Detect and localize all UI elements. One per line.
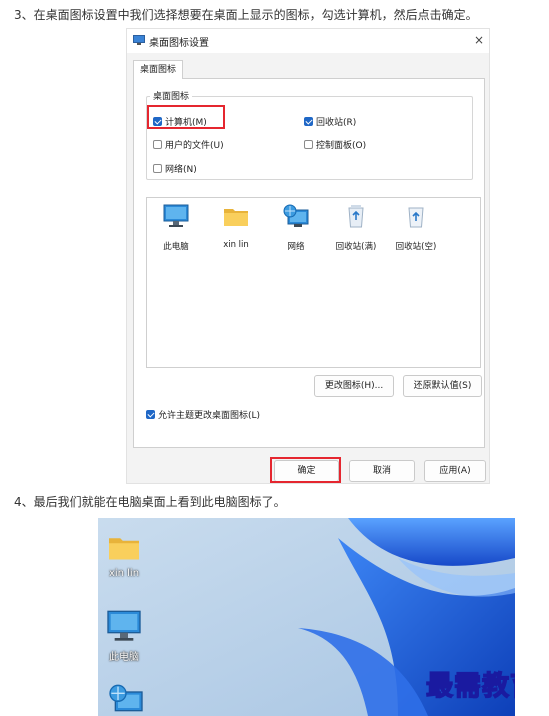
step-4-text: 4、最后我们就能在电脑桌面上看到此电脑图标了。 xyxy=(14,495,286,509)
change-icon-button[interactable]: 更改图标(H)... xyxy=(314,375,394,397)
network-icon xyxy=(109,684,143,712)
desktop-icon-this-pc[interactable]: 此电脑 xyxy=(98,610,154,663)
checkbox-checked-icon xyxy=(304,116,313,126)
checkbox-recycle-bin[interactable]: 回收站(R) xyxy=(304,114,356,128)
dialog-title: 桌面图标设置 xyxy=(149,38,209,49)
list-item[interactable]: 此电脑 xyxy=(149,204,203,252)
recycle-bin-full-icon xyxy=(348,205,364,228)
recycle-bin-empty-icon xyxy=(408,207,424,228)
highlight-computer-checkbox xyxy=(147,105,225,129)
tab-desktop-icons[interactable]: 桌面图标 xyxy=(133,60,183,79)
list-item[interactable]: xin lin xyxy=(209,204,263,250)
checkbox-control-panel[interactable]: 控制面板(O) xyxy=(304,137,366,151)
network-icon xyxy=(283,204,309,227)
folder-icon xyxy=(224,209,248,226)
tab-panel: 桌面图标 计算机(M) 回收站(R) 用户的文件(U) 控制面板(O) 网络(N… xyxy=(133,78,485,448)
apply-button[interactable]: 应用(A) xyxy=(424,460,486,482)
list-item[interactable]: 网络 xyxy=(269,204,323,252)
icon-label: 此电脑 xyxy=(163,242,189,252)
icon-label: xin lin xyxy=(223,240,249,250)
group-label: 桌面图标 xyxy=(150,89,193,102)
folder-icon xyxy=(109,538,139,560)
close-icon[interactable]: × xyxy=(471,31,487,49)
icon-label: 网络 xyxy=(287,242,305,252)
highlight-ok-button xyxy=(270,457,341,483)
checkbox-label: 控制面板(O) xyxy=(316,140,367,151)
checkbox-user-files[interactable]: 用户的文件(U) xyxy=(153,137,224,151)
monitor-icon xyxy=(163,204,189,227)
restore-default-button[interactable]: 还原默认值(S) xyxy=(403,375,482,397)
checkbox-label: 用户的文件(U) xyxy=(165,140,224,151)
watermark-logo: 最需教育 xyxy=(425,670,515,702)
list-item[interactable]: 回收站(满) xyxy=(329,204,383,252)
checkbox-label: 允许主题更改桌面图标(L) xyxy=(158,410,261,421)
cancel-button[interactable]: 取消 xyxy=(349,460,415,482)
monitor-icon xyxy=(107,610,141,641)
checkbox-unchecked-icon xyxy=(153,163,162,173)
desktop-icon-label: xin lin xyxy=(108,568,140,579)
checkbox-checked-icon xyxy=(146,409,155,419)
title-bar: 桌面图标设置 × xyxy=(127,29,489,53)
desktop-preview: xin lin 此电脑 最需教育 xyxy=(98,518,515,716)
icon-preview-list[interactable]: 此电脑 xin lin 网络 回收站(满) 回收站(空) xyxy=(146,197,481,368)
step-3-text: 3、在桌面图标设置中我们选择想要在桌面上显示的图标，勾选计算机，然后点击确定。 xyxy=(14,8,478,22)
icon-label: 回收站(空) xyxy=(395,242,437,252)
checkbox-network[interactable]: 网络(N) xyxy=(153,161,197,175)
checkbox-unchecked-icon xyxy=(153,139,162,149)
desktop-icon-settings-dialog: 桌面图标设置 × 桌面图标 桌面图标 计算机(M) 回收站(R) 用户的文件(U… xyxy=(126,28,490,484)
desktop-settings-icon xyxy=(133,35,145,45)
desktop-icon-xin-lin[interactable]: xin lin xyxy=(98,532,154,579)
list-item[interactable]: 回收站(空) xyxy=(389,204,443,252)
icon-label: 回收站(满) xyxy=(335,242,377,252)
checkbox-allow-themes[interactable]: 允许主题更改桌面图标(L) xyxy=(146,407,260,421)
checkbox-label: 网络(N) xyxy=(165,164,197,175)
desktop-icon-network[interactable] xyxy=(98,684,156,716)
desktop-icon-label: 此电脑 xyxy=(109,652,139,663)
checkbox-label: 回收站(R) xyxy=(316,117,357,128)
checkbox-unchecked-icon xyxy=(304,139,313,149)
